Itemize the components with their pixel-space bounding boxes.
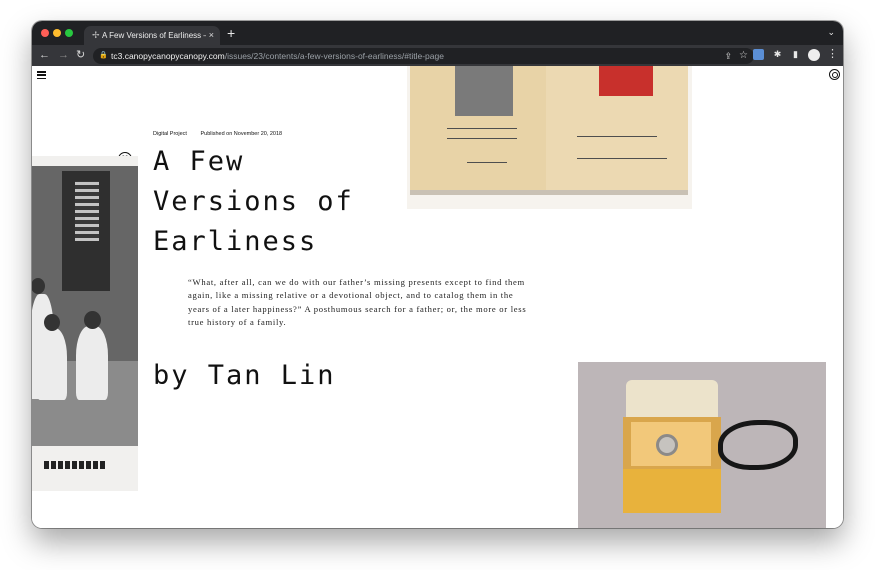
children-photo — [32, 156, 138, 491]
target-icon[interactable] — [829, 69, 840, 80]
avatar[interactable] — [808, 49, 820, 61]
new-tab-button[interactable]: + — [227, 25, 235, 41]
window-maximize-button[interactable] — [65, 29, 73, 37]
sidepanel-icon[interactable]: ▮ — [790, 49, 801, 60]
tab-active[interactable]: ✢ A Few Versions of Earliness – T × — [84, 26, 220, 45]
browser-window: ✢ A Few Versions of Earliness – T × + ⌄ ←… — [32, 21, 843, 528]
tab-close-icon[interactable]: × — [209, 26, 214, 45]
article-quote: “What, after all, can we do with our fat… — [188, 277, 527, 328]
tab-bar: ✢ A Few Versions of Earliness – T × + ⌄ — [32, 21, 843, 45]
tab-search-chevron-icon[interactable]: ⌄ — [827, 27, 835, 38]
author-byline: by Tan Lin — [153, 360, 336, 391]
bookmark-star-icon[interactable]: ☆ — [739, 48, 748, 64]
article-meta: Digital Project Published on November 20… — [153, 131, 282, 137]
globe-icon: ✢ — [92, 30, 100, 40]
share-icon[interactable]: ⇪ — [724, 48, 732, 64]
kebab-menu-icon[interactable]: ⋮ — [827, 47, 838, 60]
puzzle-icon[interactable]: ✱ — [772, 49, 783, 60]
publish-date: Published on November 20, 2018 — [200, 131, 283, 137]
extension-icon[interactable] — [753, 49, 764, 60]
category-link[interactable]: Digital Project — [153, 131, 187, 137]
pencil-sharpener-photo — [578, 362, 826, 528]
reload-icon[interactable]: ↻ — [76, 48, 85, 62]
address-bar[interactable]: 🔒 tc3.canopycanopycanopy.com/issues/23/c… — [93, 48, 754, 64]
lock-icon[interactable]: 🔒 — [99, 48, 108, 64]
web-page: Digital Project Published on November 20… — [32, 66, 843, 528]
window-minimize-button[interactable] — [53, 29, 61, 37]
hamburger-menu-icon[interactable] — [37, 71, 46, 80]
back-arrow-icon[interactable]: ← — [39, 48, 50, 62]
browser-toolbar: ← → ↻ 🔒 tc3.canopycanopycanopy.com/issue… — [32, 45, 843, 66]
forward-arrow-icon[interactable]: → — [58, 48, 69, 62]
url-text[interactable]: tc3.canopycanopycanopy.com/issues/23/con… — [111, 48, 444, 64]
passport-photo — [407, 66, 692, 209]
tab-title: A Few Versions of Earliness – T — [102, 31, 206, 40]
page-title: A Few Versions of Earliness — [153, 146, 354, 257]
window-close-button[interactable] — [41, 29, 49, 37]
